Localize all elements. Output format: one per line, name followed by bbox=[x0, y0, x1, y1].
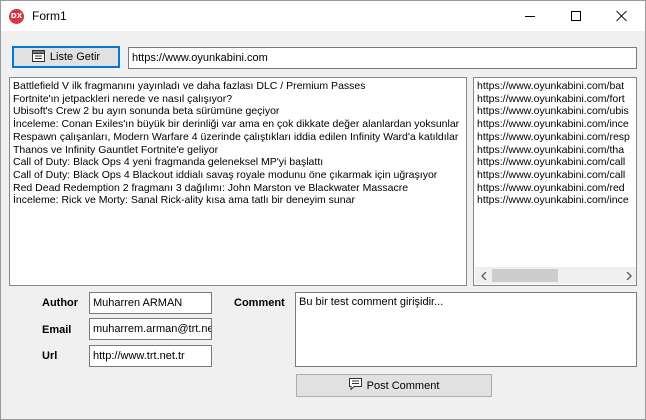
app-window: DX Form1 Liste Getir https://www.oyunkab… bbox=[0, 0, 646, 420]
list-item[interactable]: Respawn çalışanları, Modern Warfare 4 üz… bbox=[10, 131, 466, 144]
minimize-button[interactable] bbox=[507, 1, 553, 31]
url-input[interactable]: http://www.trt.net.tr bbox=[89, 345, 212, 367]
maximize-button[interactable] bbox=[553, 1, 599, 31]
post-comment-button[interactable]: Post Comment bbox=[296, 374, 492, 397]
author-input[interactable]: Muharren ARMAN bbox=[89, 292, 212, 314]
list-item[interactable]: https://www.oyunkabini.com/call bbox=[474, 169, 636, 182]
list-item[interactable]: İnceleme: Rick ve Morty: Sanal Rick-alit… bbox=[10, 194, 466, 207]
list-item[interactable]: İnceleme: Conan Exiles'ın büyük bir deri… bbox=[10, 118, 466, 131]
fetch-list-button-label: Liste Getir bbox=[49, 51, 101, 63]
email-label: Email bbox=[42, 324, 72, 336]
titles-listbox[interactable]: Battlefield V ilk fragmanını yayınladı v… bbox=[9, 77, 467, 286]
comment-textarea[interactable]: Bu bir test comment girişidir... bbox=[295, 292, 637, 367]
list-item[interactable]: https://www.oyunkabini.com/bat bbox=[474, 80, 636, 93]
author-label: Author bbox=[42, 297, 79, 309]
comment-label: Comment bbox=[234, 297, 285, 309]
title-bar: DX Form1 bbox=[1, 1, 645, 31]
scroll-right-button[interactable] bbox=[620, 267, 636, 284]
list-item[interactable]: Thanos ve Infinity Gauntlet Fortnite'e g… bbox=[10, 144, 466, 157]
maximize-icon bbox=[571, 11, 581, 21]
chevron-right-icon bbox=[626, 271, 632, 280]
close-icon bbox=[616, 10, 628, 22]
scroll-left-button[interactable] bbox=[475, 267, 492, 284]
list-item[interactable]: https://www.oyunkabini.com/tha bbox=[474, 144, 636, 157]
minimize-icon bbox=[525, 15, 535, 17]
email-input[interactable]: muharrem.arman@trt.net bbox=[89, 318, 212, 340]
list-item[interactable]: https://www.oyunkabini.com/ince bbox=[474, 194, 636, 207]
url-label: Url bbox=[42, 350, 58, 362]
scroll-thumb[interactable] bbox=[492, 269, 558, 282]
app-logo-icon: DX bbox=[9, 9, 24, 24]
chevron-left-icon bbox=[480, 271, 486, 280]
list-item[interactable]: Call of Duty: Black Ops 4 yeni fragmanda… bbox=[10, 156, 466, 169]
list-item[interactable]: https://www.oyunkabini.com/call bbox=[474, 156, 636, 169]
list-item[interactable]: Battlefield V ilk fragmanını yayınladı v… bbox=[10, 80, 466, 93]
source-url-input[interactable]: https://www.oyunkabini.com bbox=[128, 47, 637, 69]
list-item[interactable]: https://www.oyunkabini.com/fort bbox=[474, 93, 636, 106]
list-item[interactable]: https://www.oyunkabini.com/resp bbox=[474, 131, 636, 144]
window-list-icon bbox=[31, 49, 45, 65]
post-comment-button-label: Post Comment bbox=[366, 379, 440, 392]
close-button[interactable] bbox=[599, 1, 645, 31]
links-horizontal-scrollbar[interactable] bbox=[475, 267, 636, 284]
list-item[interactable]: Red Dead Redemption 2 fragmanı 3 dağılım… bbox=[10, 182, 466, 195]
links-listbox[interactable]: https://www.oyunkabini.com/bat https://ww… bbox=[473, 77, 637, 286]
list-item[interactable]: https://www.oyunkabini.com/ince bbox=[474, 118, 636, 131]
fetch-list-button[interactable]: Liste Getir bbox=[12, 46, 120, 68]
list-item[interactable]: https://www.oyunkabini.com/red bbox=[474, 182, 636, 195]
list-item[interactable]: Ubisoft's Crew 2 bu ayın sonunda beta sü… bbox=[10, 105, 466, 118]
list-item[interactable]: https://www.oyunkabini.com/ubis bbox=[474, 105, 636, 118]
list-item[interactable]: Fortnite'ın jetpackleri nerede ve nasıl … bbox=[10, 93, 466, 106]
comment-icon bbox=[348, 378, 362, 393]
list-item[interactable]: Call of Duty: Black Ops 4 Blackout iddia… bbox=[10, 169, 466, 182]
window-title: Form1 bbox=[32, 9, 67, 23]
